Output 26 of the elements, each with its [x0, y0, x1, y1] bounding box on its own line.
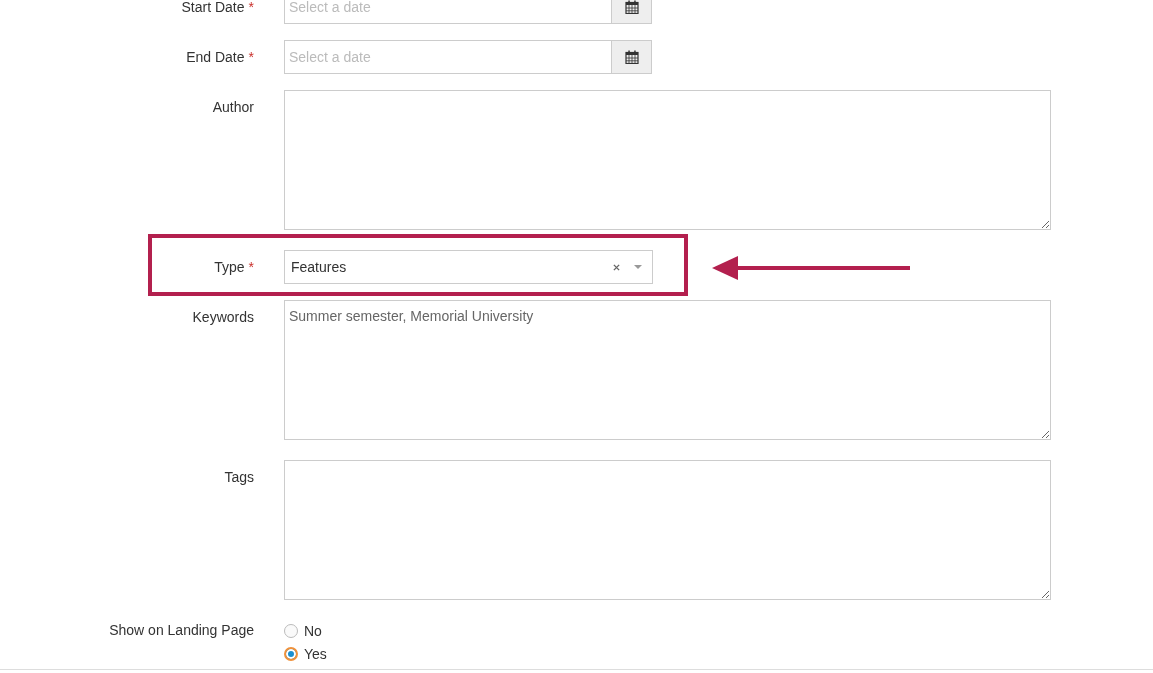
date-field[interactable]: Select a date [284, 0, 611, 24]
radio-button[interactable] [284, 646, 298, 661]
field-label: Start Date [181, 0, 245, 15]
calendar-button[interactable] [611, 0, 652, 24]
field-label: Tags [224, 469, 254, 485]
field-label: Keywords [192, 309, 254, 325]
required-mark: * [248, 259, 254, 275]
calendar-icon [624, 0, 639, 14]
arrow-icon [712, 255, 912, 281]
text-area[interactable]: Summer semester, Memorial University [284, 300, 1051, 440]
clear-icon[interactable] [613, 263, 620, 271]
selected-value: Features [291, 259, 348, 275]
radio-label[interactable]: Yes [304, 645, 327, 662]
caret-icon[interactable] [634, 265, 642, 269]
field-label: Type [214, 259, 245, 275]
field-label: Author [212, 99, 254, 115]
radio-button[interactable] [284, 623, 298, 638]
required-mark: * [248, 49, 254, 65]
field-label: End Date [186, 49, 245, 65]
date-field[interactable]: Select a date [284, 40, 611, 74]
calendar-button[interactable] [611, 40, 652, 74]
field-label: Show on Landing Page [109, 622, 254, 638]
select-field[interactable]: Features [284, 250, 653, 284]
radio-label[interactable]: No [304, 622, 322, 639]
calendar-icon [624, 50, 639, 64]
required-mark: * [248, 0, 254, 15]
